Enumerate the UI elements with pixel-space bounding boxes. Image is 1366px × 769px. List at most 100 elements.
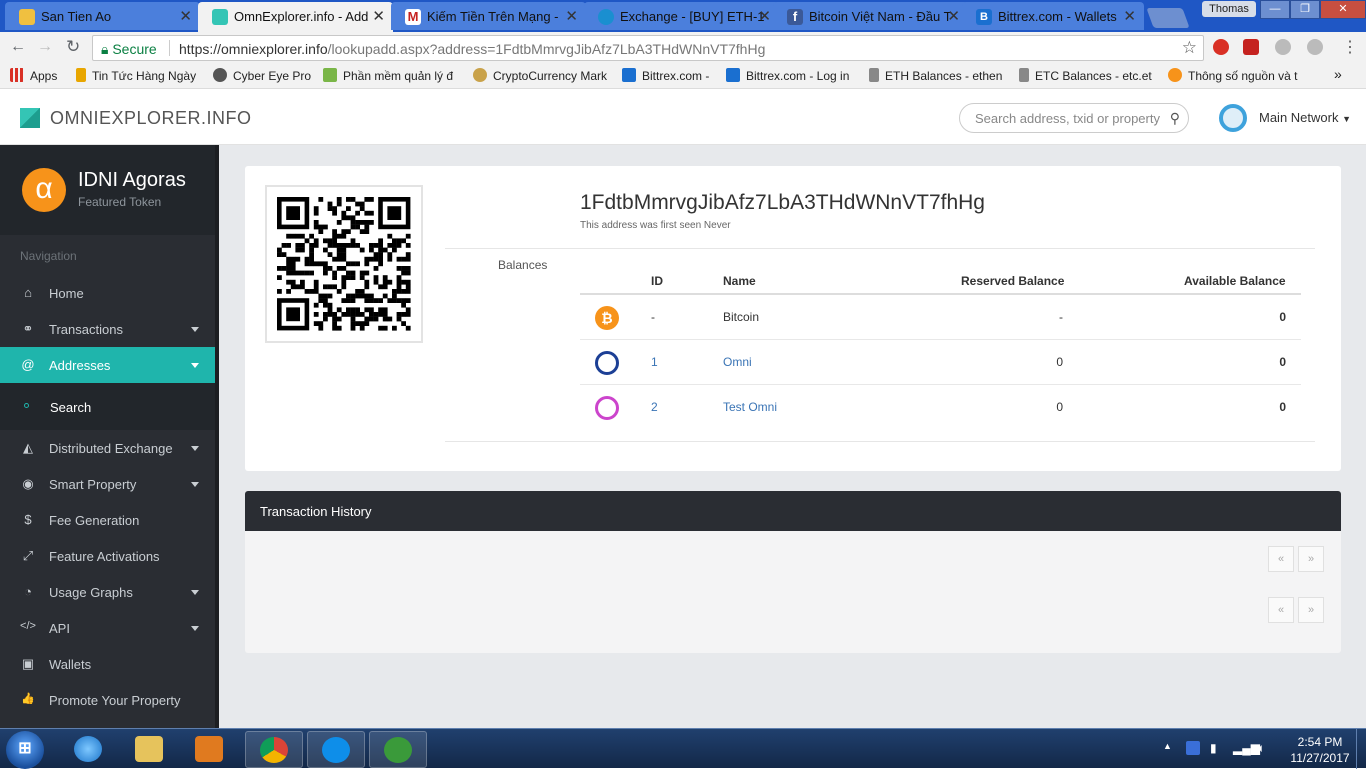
sidebar-item-promote-property[interactable]: 👍 Promote Your Property	[0, 682, 215, 718]
back-icon[interactable]: ←	[10, 38, 26, 56]
close-tab-icon[interactable]: ✕	[758, 7, 771, 25]
sidebar-item-distributed-exchange[interactable]: ◭ Distributed Exchange	[0, 430, 215, 466]
software-icon	[323, 68, 337, 82]
maximize-button[interactable]: ❐	[1290, 0, 1320, 19]
sidebar-item-wallets[interactable]: ▣ Wallets	[0, 646, 215, 682]
network-selector[interactable]: Main Network ▼	[1259, 110, 1351, 125]
bookmark-thong-so[interactable]: Thông số nguồn và t	[1168, 68, 1303, 83]
sidebar-item-usage-graphs[interactable]: ◔ Usage Graphs	[0, 574, 215, 610]
bookmark-label: Phần mềm quản lý đ	[343, 69, 454, 83]
bookmark-label: Thông số nguồn và t	[1188, 69, 1298, 83]
tab-omniexplorer[interactable]: OmnExplorer.info - Add ✕	[198, 2, 393, 32]
row-name-link[interactable]: Omni	[723, 355, 752, 369]
tab-exchange[interactable]: Exchange - [BUY] ETH-1 ✕	[584, 2, 779, 30]
forward-icon[interactable]: →	[37, 38, 53, 56]
sidebar-item-feature-activations[interactable]: ⤢ Feature Activations	[0, 538, 215, 574]
taskbar-teamviewer[interactable]	[307, 731, 365, 768]
sidebar-item-label: Wallets	[49, 657, 92, 672]
battery-icon[interactable]: ▮	[1210, 741, 1217, 755]
chrome-menu-icon[interactable]: ⋮	[1342, 37, 1358, 57]
tab-san-tien-ao[interactable]: San Tien Ao ✕	[5, 2, 200, 30]
extension-icon[interactable]	[1275, 39, 1291, 55]
apps-grid-icon	[10, 68, 24, 82]
sidebar-item-search[interactable]: Search	[0, 383, 215, 430]
bookmark-bittrex-login[interactable]: Bittrex.com - Log in	[726, 68, 849, 83]
taskbar-file-explorer[interactable]	[121, 731, 179, 768]
table-row: ₿ - Bitcoin - 0	[580, 295, 1301, 340]
search-input[interactable]: Search address, txid or property ⚲	[959, 103, 1189, 133]
site-favicon-icon	[19, 9, 35, 25]
bookmark-cyber-eye[interactable]: Cyber Eye Pro	[213, 68, 311, 83]
search-icon[interactable]: ⚲	[1170, 110, 1180, 127]
sidebar-item-home[interactable]: ⌂ Home	[0, 275, 215, 311]
bookmark-eth-balances[interactable]: ETH Balances - ethen	[869, 68, 1002, 83]
window-close-button[interactable]: ✕	[1320, 0, 1366, 19]
close-tab-icon[interactable]: ✕	[565, 7, 578, 25]
reload-icon[interactable]: ↻	[66, 37, 80, 57]
adblock-extension-icon[interactable]	[1213, 39, 1229, 55]
prev-page-button-bottom[interactable]: «	[1268, 597, 1294, 623]
close-tab-icon[interactable]: ✕	[372, 7, 385, 25]
bookmark-phan-mem[interactable]: Phần mềm quản lý đ	[323, 68, 458, 83]
show-desktop-button[interactable]	[1356, 729, 1366, 769]
address-bar[interactable]: 🔒︎ Secure https://omniexplorer.info/look…	[92, 35, 1204, 61]
taskbar-media-player[interactable]	[181, 731, 239, 768]
taskbar-network-app[interactable]	[369, 731, 427, 768]
tab-bittrex-wallets[interactable]: B Bittrex.com - Wallets ✕	[962, 2, 1144, 30]
network-logo-icon[interactable]	[1219, 104, 1247, 132]
windows-taskbar: ⊞ ▲ ▮ ▂▄▆ 🔈︎ 2:54 PM 11/27/2017	[0, 728, 1366, 769]
sidebar-item-fee-generation[interactable]: $ Fee Generation	[0, 502, 215, 538]
url-text[interactable]: https://omniexplorer.info/lookupadd.aspx…	[179, 41, 765, 57]
minimize-button[interactable]: —	[1260, 0, 1290, 19]
featured-token[interactable]: α IDNI Agoras Featured Token	[0, 145, 219, 235]
tab-bitcoin-vietnam[interactable]: f Bitcoin Việt Nam - Đầu T ✕	[773, 2, 968, 30]
row-id-link[interactable]: 2	[651, 400, 658, 414]
new-tab-button[interactable]	[1146, 8, 1190, 28]
site-brand[interactable]: OMNIEXPLORER.INFO	[50, 108, 252, 129]
bookmark-label: CryptoCurrency Mark	[493, 69, 608, 83]
balances-label: Balances	[498, 258, 548, 272]
start-button[interactable]: ⊞	[6, 731, 44, 769]
language-icon[interactable]	[1186, 741, 1200, 755]
close-tab-icon[interactable]: ✕	[179, 7, 192, 25]
featured-token-subtitle: Featured Token	[78, 195, 162, 209]
taskbar-internet-explorer[interactable]	[60, 731, 118, 768]
sidebar-item-label: Usage Graphs	[49, 585, 133, 600]
bookmark-label: Tin Tức Hàng Ngày	[92, 69, 197, 83]
chevron-down-icon	[191, 363, 199, 368]
tab-kiem-tien[interactable]: M Kiếm Tiền Trên Mạng - ✕	[391, 2, 586, 30]
omniexplorer-logo-icon[interactable]	[20, 108, 40, 128]
secure-indicator[interactable]: 🔒︎ Secure	[101, 41, 157, 58]
facebook-icon: f	[787, 9, 803, 25]
sidebar-item-smart-property[interactable]: ◉ Smart Property	[0, 466, 215, 502]
system-clock[interactable]: 2:54 PM 11/27/2017	[1280, 734, 1360, 766]
close-tab-icon[interactable]: ✕	[947, 7, 960, 25]
profile-button[interactable]: Thomas	[1202, 1, 1256, 17]
sidebar-item-api[interactable]: </> API	[0, 610, 215, 646]
show-hidden-icons[interactable]: ▲	[1163, 741, 1172, 751]
bookmark-star-icon[interactable]: ☆	[1182, 38, 1197, 58]
bookmark-tin-tuc[interactable]: Tin Tức Hàng Ngày	[76, 68, 196, 83]
bookmark-label: Apps	[30, 69, 58, 83]
volume-icon[interactable]: 🔈︎	[1258, 741, 1265, 756]
omni-icon	[595, 351, 619, 375]
bookmark-etc-balances[interactable]: ETC Balances - etc.et	[1019, 68, 1152, 83]
taskbar-chrome[interactable]	[245, 731, 303, 768]
chevron-down-icon: ▼	[1342, 114, 1352, 124]
signal-icon[interactable]: ▂▄▆	[1233, 741, 1260, 755]
close-tab-icon[interactable]: ✕	[1123, 7, 1136, 25]
row-id-link[interactable]: 1	[651, 355, 658, 369]
more-bookmarks-button[interactable]: »	[1334, 66, 1342, 82]
video-extension-icon[interactable]	[1243, 39, 1259, 55]
bookmark-bittrex[interactable]: Bittrex.com -	[622, 68, 709, 83]
next-page-button-bottom[interactable]: »	[1298, 597, 1324, 623]
sidebar-item-transactions[interactable]: ⚭ Transactions	[0, 311, 215, 347]
sidebar-item-addresses[interactable]: @ Addresses	[0, 347, 215, 383]
bookmark-apps[interactable]: Apps	[10, 68, 57, 83]
bookmark-cryptocurrency[interactable]: CryptoCurrency Mark	[473, 68, 609, 83]
bookmarks-bar: Apps Tin Tức Hàng Ngày Cyber Eye Pro Phầ…	[0, 64, 1366, 89]
row-name-link[interactable]: Test Omni	[723, 400, 777, 414]
prev-page-button[interactable]: «	[1268, 546, 1294, 572]
extension-icon[interactable]	[1307, 39, 1323, 55]
next-page-button[interactable]: »	[1298, 546, 1324, 572]
